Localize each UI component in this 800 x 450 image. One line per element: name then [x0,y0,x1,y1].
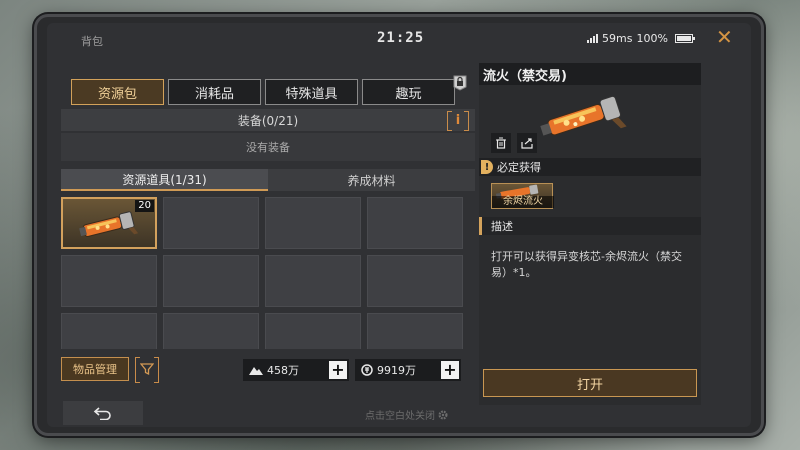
close-hint-text: 点击空白处关闭 [365,411,435,422]
close-hint[interactable]: 点击空白处关闭 [365,407,448,422]
item-management-button[interactable]: 物品管理 [61,357,129,381]
resource-subtabs: 资源道具(1/31) 养成材料 [61,169,475,191]
inventory-grid: 20 [61,197,475,349]
battery-icon [674,34,695,43]
tab-fun[interactable]: 趣玩 [362,79,455,105]
inventory-slot-empty[interactable] [367,313,463,349]
inventory-slot-empty[interactable] [61,313,157,349]
trash-icon [496,137,506,149]
equipment-label: 装备(0/21) [237,113,299,128]
inventory-slot-ember-fire[interactable]: 20 [61,197,157,249]
guaranteed-section-header: ! 必定获得 [479,158,701,176]
open-button[interactable]: 打开 [483,369,697,397]
currency-materials-value: 458万 [267,364,299,377]
inventory-slot-empty[interactable] [367,255,463,307]
battery-text: 100% [636,32,668,45]
signal-icon [587,34,598,43]
detail-title: 流火（禁交易) [479,63,701,85]
info-button[interactable]: i [447,111,469,131]
flamethrower-icon [540,95,627,136]
inventory-window: 背包 21:25 59ms 100% ✕ 资源包 消耗品 特殊道具 趣玩 装备(… [47,23,751,427]
inventory-slot-empty[interactable] [61,255,157,307]
share-icon [521,138,533,149]
filter-icon [140,363,154,376]
equipment-empty-text: 没有装备 [61,133,475,161]
inventory-slot-empty[interactable] [265,255,361,307]
window-title: 背包 [81,35,103,48]
description-header: 描述 [479,217,701,235]
item-detail-panel: 流火（禁交易) ! 必定获得 余烬流火 描述 打开可以获得异变核芯-余烬流火（禁… [479,63,701,405]
exclamation-icon: ! [481,160,493,174]
currency-coins-value: 9919万 [377,364,416,377]
device-frame: 背包 21:25 59ms 100% ✕ 资源包 消耗品 特殊道具 趣玩 装备(… [34,14,764,436]
tab-consumables[interactable]: 消耗品 [168,79,261,105]
lock-icon[interactable] [452,75,468,91]
add-coins-button[interactable]: + [441,361,459,379]
share-button[interactable] [517,133,537,153]
currency-coins: 9919万 + [355,359,461,381]
delete-button[interactable] [491,133,511,153]
coin-icon [361,364,373,376]
guaranteed-label: 必定获得 [497,161,541,174]
inventory-slot-empty[interactable] [163,313,259,349]
status-bar: 背包 21:25 59ms 100% ✕ [47,23,751,53]
add-materials-button[interactable]: + [329,361,347,379]
gear-icon [438,409,448,420]
back-arrow-icon [93,407,111,420]
tab-resource-pack[interactable]: 资源包 [71,79,164,105]
inventory-slot-empty[interactable] [163,197,259,249]
inventory-slot-empty[interactable] [265,197,361,249]
equipment-header: 装备(0/21) i [61,109,475,131]
item-count-badge: 20 [135,200,154,212]
clock: 21:25 [377,30,425,46]
inventory-slot-empty[interactable] [265,313,361,349]
inventory-slot-empty[interactable] [163,255,259,307]
status-indicators: 59ms 100% [587,32,695,45]
back-button[interactable] [63,401,143,425]
reward-item[interactable]: 余烬流火 [491,183,554,209]
category-tabs: 资源包 消耗品 特殊道具 趣玩 [71,79,455,105]
ping-text: 59ms [602,32,633,45]
inventory-slot-empty[interactable] [367,197,463,249]
subtab-resource-items[interactable]: 资源道具(1/31) [61,169,268,191]
detail-item-image [479,85,701,145]
flamethrower-icon [79,211,139,237]
currency-materials: 458万 + [243,359,349,381]
tab-special-items[interactable]: 特殊道具 [265,79,358,105]
close-icon[interactable]: ✕ [716,27,733,47]
mountain-icon [249,365,263,375]
subtab-materials[interactable]: 养成材料 [268,169,475,191]
description-text: 打开可以获得异变核芯-余烬流火（禁交易）*1。 [491,250,682,279]
reward-item-name: 余烬流火 [492,196,554,208]
filter-button[interactable] [135,357,159,383]
